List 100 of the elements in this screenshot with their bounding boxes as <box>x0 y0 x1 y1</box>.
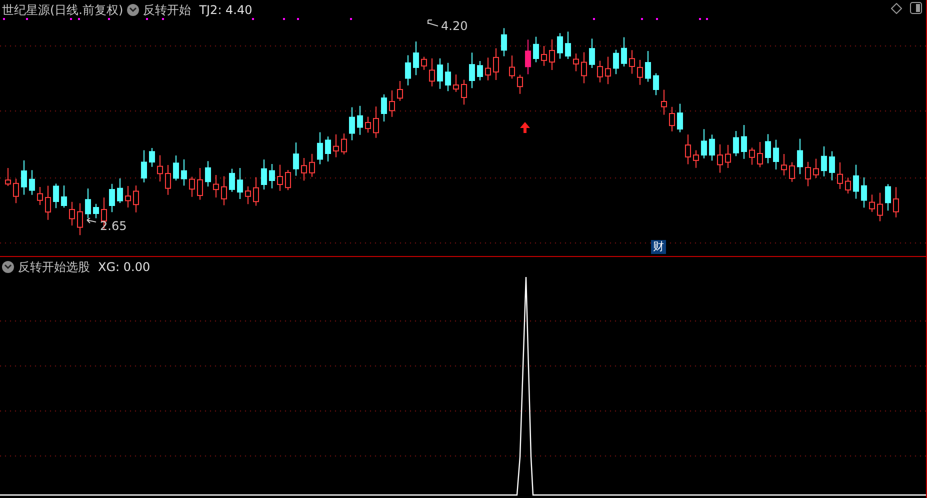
candlestick <box>125 186 131 208</box>
candlestick <box>29 170 35 196</box>
stock-title: 世纪星源(日线.前复权) <box>2 2 124 19</box>
leader-line <box>86 218 96 224</box>
candlestick <box>237 168 243 200</box>
collapse-icon[interactable] <box>2 261 14 273</box>
candlestick <box>253 176 259 206</box>
candlestick <box>493 48 499 80</box>
candlestick <box>349 106 355 141</box>
candlestick <box>205 160 211 188</box>
candlestick <box>821 146 827 177</box>
candlestick <box>141 150 147 183</box>
candlestick <box>557 32 563 60</box>
candlestick <box>805 161 811 187</box>
candlestick <box>637 59 643 86</box>
candlestick <box>877 192 883 222</box>
candlestick <box>725 144 731 168</box>
candlestick <box>357 105 363 136</box>
candlestick <box>413 41 419 76</box>
candlestick <box>581 52 587 84</box>
indicator-value: TJ2: 4.40 <box>199 2 252 19</box>
candlestick <box>661 89 667 116</box>
candlestick <box>277 164 283 192</box>
candlestick <box>157 154 163 182</box>
candlestick <box>389 90 395 118</box>
candlestick <box>437 58 443 90</box>
candlestick <box>173 155 179 181</box>
candlestick <box>181 158 187 186</box>
candlestick <box>541 46 547 66</box>
candlestick <box>741 124 747 160</box>
candlestick <box>573 53 579 72</box>
candlestick <box>61 184 67 208</box>
candlestick <box>149 148 155 168</box>
candlestick <box>341 133 347 155</box>
candlestick <box>653 72 659 96</box>
candlestick <box>37 186 43 206</box>
candlestick <box>93 203 99 219</box>
candlestick <box>885 184 891 212</box>
candlestick <box>893 186 899 218</box>
candlestick <box>869 194 875 212</box>
candlestick <box>645 50 651 82</box>
candlestick <box>469 52 475 89</box>
candlestick <box>165 164 171 196</box>
candlestick <box>261 159 267 190</box>
candlestick <box>285 169 291 191</box>
candlestick <box>197 168 203 200</box>
candlestick <box>709 134 715 162</box>
candlestick <box>501 28 507 57</box>
candlestick <box>717 144 723 174</box>
collapse-icon[interactable] <box>127 4 140 16</box>
up-arrow-icon <box>520 122 530 133</box>
candlestick <box>117 178 123 204</box>
candlestick <box>45 185 51 220</box>
candlestick <box>189 176 195 198</box>
candlestick <box>549 38 555 71</box>
candlestick <box>773 139 779 170</box>
candlestick <box>733 130 739 157</box>
candlestick <box>133 185 139 213</box>
candlestick <box>317 132 323 165</box>
candlestick <box>701 128 707 159</box>
candlestick <box>629 50 635 74</box>
diamond-icon[interactable] <box>891 2 902 14</box>
candlestick <box>373 106 379 138</box>
candlestick <box>813 158 819 179</box>
candlestick <box>509 54 515 80</box>
candlestick <box>853 164 859 200</box>
candlestick <box>405 54 411 86</box>
candlestick <box>757 142 763 168</box>
candlestick <box>485 57 491 81</box>
candlestick <box>333 134 339 158</box>
candlestick <box>229 168 235 192</box>
candlestick <box>453 74 459 92</box>
candlestick <box>765 134 771 164</box>
panel-toggle-icon[interactable] <box>910 2 922 14</box>
candlestick <box>21 160 27 196</box>
candlestick <box>269 164 275 189</box>
candlestick <box>381 94 387 122</box>
candlestick <box>837 162 843 190</box>
candlestick <box>613 49 619 75</box>
candlestick <box>845 177 851 194</box>
candlestick <box>69 201 75 226</box>
candlestick <box>77 202 83 236</box>
candlestick <box>421 56 427 70</box>
candlestick <box>301 158 307 182</box>
candlestick <box>461 79 467 106</box>
candlestick <box>445 62 451 92</box>
candlestick <box>5 168 11 186</box>
candlestick <box>213 174 219 198</box>
high-price-label: 4.20 <box>441 19 468 33</box>
candlestick <box>749 147 755 166</box>
candlestick <box>861 176 867 208</box>
candlestick <box>669 106 675 132</box>
indicator-name: 反转开始 <box>143 2 192 19</box>
candlestick <box>477 60 483 81</box>
candlestick <box>565 31 571 60</box>
event-badge[interactable]: 财 <box>651 240 666 254</box>
candlestick <box>533 36 539 63</box>
candlestick <box>797 138 803 175</box>
candlestick <box>829 150 835 181</box>
candlestick <box>325 136 331 162</box>
